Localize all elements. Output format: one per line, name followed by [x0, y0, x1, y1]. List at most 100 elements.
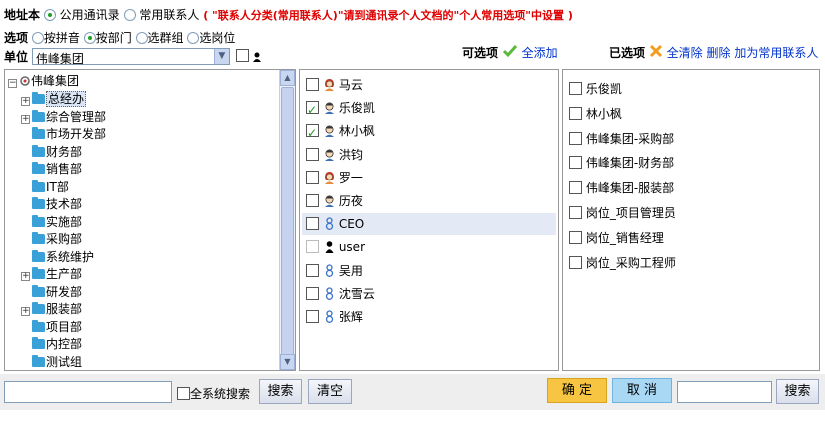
- radio-by-position-label[interactable]: 选岗位: [199, 31, 235, 45]
- selected-item[interactable]: 伟峰集团-服装部: [569, 177, 674, 199]
- tree-item[interactable]: + 服装部: [21, 300, 82, 318]
- person-row[interactable]: 马云: [306, 74, 363, 96]
- selected-item[interactable]: 岗位_采购工程师: [569, 252, 676, 274]
- tree-item[interactable]: 销售部: [21, 160, 82, 178]
- search-button[interactable]: 搜索: [259, 379, 302, 404]
- radio-public-directory-label[interactable]: 公用通讯录: [60, 8, 120, 22]
- selected-item-checkbox[interactable]: [569, 255, 582, 269]
- person-checkbox[interactable]: [306, 263, 319, 277]
- radio-common-contacts-label[interactable]: 常用联系人: [139, 8, 199, 22]
- search-all-label[interactable]: 全系统搜索: [190, 387, 250, 401]
- person-checkbox[interactable]: [306, 147, 319, 161]
- delete-link[interactable]: 删除: [707, 46, 731, 60]
- expand-icon[interactable]: +: [21, 272, 30, 281]
- tree-item-label[interactable]: 项目部: [46, 320, 82, 334]
- tree-item[interactable]: 财务部: [21, 143, 82, 161]
- include-all-checkbox[interactable]: [235, 49, 249, 62]
- collapse-icon[interactable]: −: [8, 79, 17, 88]
- selected-item-checkbox[interactable]: [569, 82, 582, 95]
- person-row[interactable]: user: [306, 236, 365, 258]
- radio-by-pinyin[interactable]: [31, 32, 44, 44]
- tree-item-label[interactable]: 生产部: [46, 267, 82, 281]
- tree-item-label[interactable]: 内控部: [46, 337, 82, 351]
- tree-scrollbar[interactable]: ▲ ▼: [279, 70, 295, 370]
- add-all-link[interactable]: 全添加: [522, 46, 558, 60]
- selected-item-checkbox[interactable]: [569, 181, 582, 195]
- ok-button[interactable]: 确 定: [547, 378, 607, 403]
- tree-item[interactable]: + 总经办: [21, 90, 87, 108]
- selected-item-checkbox[interactable]: [569, 106, 582, 120]
- person-row[interactable]: 林小枫: [306, 120, 375, 144]
- selected-item-checkbox[interactable]: [569, 156, 582, 170]
- scroll-thumb[interactable]: [281, 87, 294, 357]
- tree-item-label[interactable]: 技术部: [46, 197, 82, 211]
- tree-item[interactable]: 测试组: [21, 353, 82, 371]
- tree-item[interactable]: 采购部: [21, 230, 82, 248]
- person-checkbox[interactable]: [306, 240, 319, 254]
- tree-item-label[interactable]: 销售部: [46, 162, 82, 176]
- person-checkbox[interactable]: [306, 99, 319, 121]
- radio-by-department[interactable]: [83, 32, 96, 44]
- person-row[interactable]: CEO: [302, 213, 556, 236]
- tree-item[interactable]: + 综合管理部: [21, 108, 106, 126]
- tree-item-label[interactable]: 总经办: [46, 91, 87, 107]
- tree-item[interactable]: IT部: [21, 178, 69, 196]
- person-checkbox[interactable]: [306, 286, 319, 300]
- tree-item-label[interactable]: 综合管理部: [46, 110, 106, 124]
- selected-item[interactable]: 岗位_项目管理员: [569, 202, 676, 224]
- person-row[interactable]: 张辉: [306, 306, 363, 328]
- add-common-contact-link[interactable]: 加为常用联系人: [734, 46, 818, 60]
- unit-select[interactable]: 伟峰集团 ▼: [31, 48, 230, 66]
- search-all-checkbox[interactable]: [177, 387, 190, 400]
- person-row[interactable]: 洪钧: [306, 144, 363, 166]
- chevron-down-icon[interactable]: ▼: [213, 49, 229, 64]
- person-checkbox[interactable]: [306, 217, 319, 231]
- clear-button[interactable]: 清空: [308, 379, 352, 404]
- tree-item-label[interactable]: 系统维护: [46, 250, 94, 264]
- selected-item[interactable]: 伟峰集团-采购部: [569, 128, 674, 150]
- selected-item[interactable]: 伟峰集团-财务部: [569, 152, 674, 174]
- tree-item[interactable]: 系统维护: [21, 248, 94, 266]
- person-checkbox[interactable]: [306, 310, 319, 323]
- tree-item[interactable]: 实施部: [21, 213, 82, 231]
- tree-item-label[interactable]: 实施部: [46, 215, 82, 229]
- selected-item-checkbox[interactable]: [569, 131, 582, 145]
- radio-by-group-label[interactable]: 选群组: [148, 31, 184, 45]
- tree-item[interactable]: 市场开发部: [21, 125, 106, 143]
- person-checkbox[interactable]: [306, 194, 319, 207]
- selected-item[interactable]: 岗位_销售经理: [569, 227, 664, 249]
- person-row[interactable]: 罗一: [306, 167, 363, 189]
- radio-common-contacts[interactable]: [123, 9, 136, 21]
- radio-by-pinyin-label[interactable]: 按拼音: [44, 31, 80, 45]
- tree-item[interactable]: 项目部: [21, 318, 82, 336]
- person-row[interactable]: 吴用: [306, 260, 363, 282]
- expand-icon[interactable]: +: [21, 307, 30, 316]
- radio-by-group[interactable]: [135, 32, 148, 44]
- tree-item-label[interactable]: 服装部: [46, 302, 82, 316]
- selected-item[interactable]: 乐俊凯: [569, 78, 622, 100]
- clear-all-link[interactable]: 全清除: [667, 46, 703, 60]
- search-input[interactable]: [4, 381, 172, 403]
- tree-item[interactable]: 技术部: [21, 195, 82, 213]
- cancel-button[interactable]: 取 消: [612, 378, 672, 403]
- tree-root[interactable]: − 伟峰集团: [8, 72, 79, 90]
- radio-public-directory[interactable]: [43, 9, 56, 21]
- radio-by-position[interactable]: [187, 32, 200, 44]
- person-row[interactable]: 乐俊凯: [306, 97, 375, 121]
- tree-item[interactable]: 研发部: [21, 283, 82, 301]
- tree-item-label[interactable]: 测试组: [46, 355, 82, 369]
- person-checkbox[interactable]: [306, 78, 319, 91]
- person-checkbox[interactable]: [306, 170, 319, 184]
- expand-icon[interactable]: +: [21, 97, 30, 106]
- selected-search-button[interactable]: 搜索: [776, 379, 819, 404]
- person-row[interactable]: 沈雪云: [306, 283, 375, 305]
- tree-item-label[interactable]: 市场开发部: [46, 127, 106, 141]
- selected-item-checkbox[interactable]: [569, 230, 582, 244]
- tree-item-label[interactable]: 研发部: [46, 285, 82, 299]
- search-all-option[interactable]: 全系统搜索: [177, 385, 250, 402]
- tree-item[interactable]: 内控部: [21, 335, 82, 353]
- selected-search-input[interactable]: [677, 381, 772, 403]
- selected-item-checkbox[interactable]: [569, 206, 582, 219]
- scroll-down-icon[interactable]: ▼: [280, 354, 295, 370]
- radio-by-department-label[interactable]: 按部门: [96, 31, 132, 45]
